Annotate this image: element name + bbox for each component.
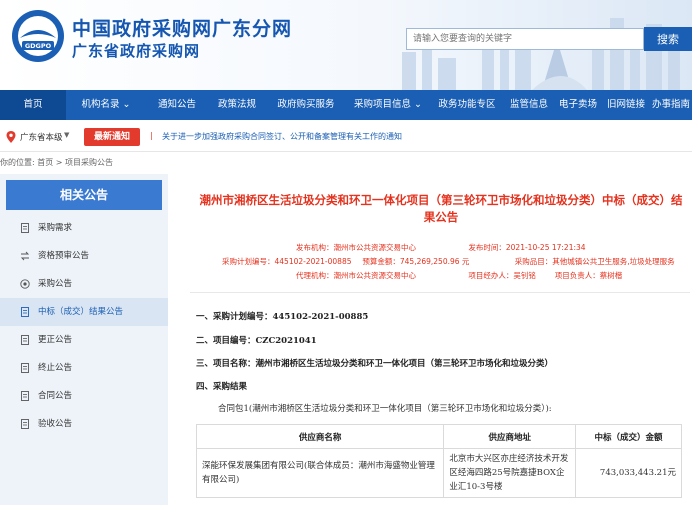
table-header-row: 供应商名称 供应商地址 中标（成交）金额 [195, 424, 682, 449]
nav-item-institutions[interactable]: 机构名录 ⌄ [66, 90, 146, 120]
document-icon [21, 419, 29, 429]
target-icon [20, 279, 30, 289]
breadcrumb[interactable]: 你的位置: 首页 > 项目采购公告 [0, 157, 113, 168]
meta-manager: 项目负责人：蔡树楷 [554, 271, 623, 280]
sidebar-item-label: 中标（成交）结果公告 [38, 307, 124, 317]
sidebar-title: 相关公告 [6, 180, 162, 210]
sidebar-item-label: 终止公告 [38, 363, 73, 373]
meta-row-3: 代理机构：潮州市公共资源交易中心 项目经办人：吴钊铭 项目负责人：蔡树楷 [176, 270, 692, 281]
nav-item-notices[interactable]: 通知公告 [146, 90, 208, 120]
search-input[interactable] [406, 28, 644, 50]
document-icon [21, 363, 29, 373]
sidebar-item-label: 更正公告 [38, 335, 73, 345]
site-subtitle: 广东省政府采购网 [72, 42, 201, 60]
document-icon [21, 391, 29, 401]
sidebar-item-label: 合同公告 [38, 391, 73, 401]
site-title: 中国政府采购网广东分网 [72, 18, 293, 40]
meta-plan-no: 采购计划编号：445102-2021-00885 [222, 257, 352, 266]
meta-agency: 代理机构：潮州市公共资源交易中心 [296, 271, 416, 280]
sidebar-list: 采购需求 资格预审公告 采购公告 中标（成交）结果公告 更正公告 终止公告 合同… [0, 214, 168, 438]
section-plan-no: 一、采购计划编号：445102-2021-00885 [196, 312, 369, 322]
nav-item-project-info[interactable]: 采购项目信息 ⌄ [346, 90, 430, 120]
document-icon [21, 223, 29, 233]
sidebar-item-contract[interactable]: 合同公告 [0, 382, 168, 410]
section-project-no: 二、项目编号：CZC2021041 [196, 336, 317, 346]
section-result: 四、采购结果 [196, 382, 248, 392]
chevron-down-icon: ▼ [64, 131, 70, 139]
latest-notice-badge: 最新通知 [84, 128, 140, 146]
sidebar-item-award-result[interactable]: 中标（成交）结果公告 [0, 298, 168, 326]
sidebar-item-label: 采购公告 [38, 279, 73, 289]
gdgpo-logo: GDGPO [12, 10, 64, 62]
sidebar-item-procurement-notice[interactable]: 采购公告 [0, 270, 168, 298]
award-amount: 743,033,443.21元 [575, 448, 682, 498]
divider [190, 292, 690, 293]
article: 潮州市湘桥区生活垃圾分类和环卫一体化项目（第三轮环卫市场化和垃圾分类）中标（成交… [176, 174, 692, 505]
supplier-address: 北京市大兴区亦庄经济技术开发区经海四路25号院嘉捷BOX企业汇10-3号楼 [443, 448, 577, 498]
document-icon [21, 335, 29, 345]
contract-package-text: 合同包1(潮州市湘桥区生活垃圾分类和环卫一体化项目（第三轮环卫市场化和垃圾分类）… [218, 404, 552, 414]
table-header: 供应商地址 [443, 424, 577, 449]
nav-item-policies[interactable]: 政策法规 [208, 90, 266, 120]
result-table: 供应商名称 供应商地址 中标（成交）金额 深能环保发展集团有限公司(联合体成员：… [195, 424, 682, 498]
article-title: 潮州市湘桥区生活垃圾分类和环卫一体化项目（第三轮环卫市场化和垃圾分类）中标（成交… [199, 193, 683, 224]
search-button[interactable]: 搜索 [644, 27, 692, 51]
nav-item-old-site[interactable]: 旧网链接 [602, 90, 650, 120]
logo-text: GDGPO [25, 42, 52, 50]
meta-publisher: 发布机构：潮州市公共资源交易中心 [296, 243, 416, 252]
main-nav: 首页 机构名录 ⌄ 通知公告 政策法规 政府购买服务 采购项目信息 ⌄ 政务功能… [0, 90, 692, 120]
exchange-icon [20, 251, 30, 261]
document-icon [21, 307, 29, 317]
nav-item-gov-services[interactable]: 政府购买服务 [266, 90, 346, 120]
nav-item-e-mall[interactable]: 电子卖场 [554, 90, 602, 120]
meta-handler: 项目经办人：吴钊铭 [468, 271, 536, 280]
table-row: 深能环保发展集团有限公司(联合体成员：潮州市海盛物业管理有限公司) 北京市大兴区… [195, 448, 682, 498]
meta-category: 采购品目：其他城镇公共卫生服务,垃圾处理服务 [514, 257, 675, 266]
nav-item-gov-zone[interactable]: 政务功能专区 [430, 90, 504, 120]
sidebar-item-correction[interactable]: 更正公告 [0, 326, 168, 354]
section-project-name: 三、项目名称：潮州市湘桥区生活垃圾分类和环卫一体化项目（第三轮环卫市场化和垃圾分… [196, 359, 554, 369]
location-pin-icon [6, 131, 16, 143]
sidebar-item-acceptance[interactable]: 验收公告 [0, 410, 168, 438]
sidebar-item-termination[interactable]: 终止公告 [0, 354, 168, 382]
sidebar: 相关公告 采购需求 资格预审公告 采购公告 中标（成交）结果公告 更正公告 终止… [0, 174, 168, 505]
supplier-name: 深能环保发展集团有限公司(联合体成员：潮州市海盛物业管理有限公司) [195, 448, 445, 498]
meta-row-2: 采购计划编号：445102-2021-00885 预算金额：745,269,25… [176, 256, 692, 267]
latest-notice-link[interactable]: 关于进一步加强政府采购合同签订、公开和备案管理有关工作的通知 [162, 131, 402, 142]
meta-publish-time: 发布时间：2021-10-25 17:21:34 [468, 243, 586, 252]
site-header: GDGPO 中国政府采购网广东分网 广东省政府采购网 搜索 [0, 0, 692, 90]
sidebar-item-prequalification[interactable]: 资格预审公告 [0, 242, 168, 270]
notice-bar: 广东省本级 ▼ 最新通知 | 关于进一步加强政府采购合同签订、公开和备案管理有关… [0, 122, 692, 152]
nav-item-guide[interactable]: 办事指南 [650, 90, 692, 120]
meta-row-1: 发布机构：潮州市公共资源交易中心 发布时间：2021-10-25 17:21:3… [176, 242, 692, 253]
region-selector[interactable]: 广东省本级 [20, 131, 63, 143]
table-header: 中标（成交）金额 [575, 424, 682, 449]
nav-item-supervision[interactable]: 监管信息 [504, 90, 554, 120]
sidebar-item-label: 资格预审公告 [38, 251, 90, 261]
notice-separator: | [150, 131, 153, 140]
meta-budget: 预算金额：745,269,250.96 元 [362, 257, 470, 266]
table-header: 供应商名称 [195, 424, 445, 449]
nav-item-home[interactable]: 首页 [0, 90, 66, 120]
sidebar-item-procurement-demand[interactable]: 采购需求 [0, 214, 168, 242]
sidebar-item-label: 验收公告 [38, 419, 73, 429]
sidebar-item-label: 采购需求 [38, 223, 73, 233]
